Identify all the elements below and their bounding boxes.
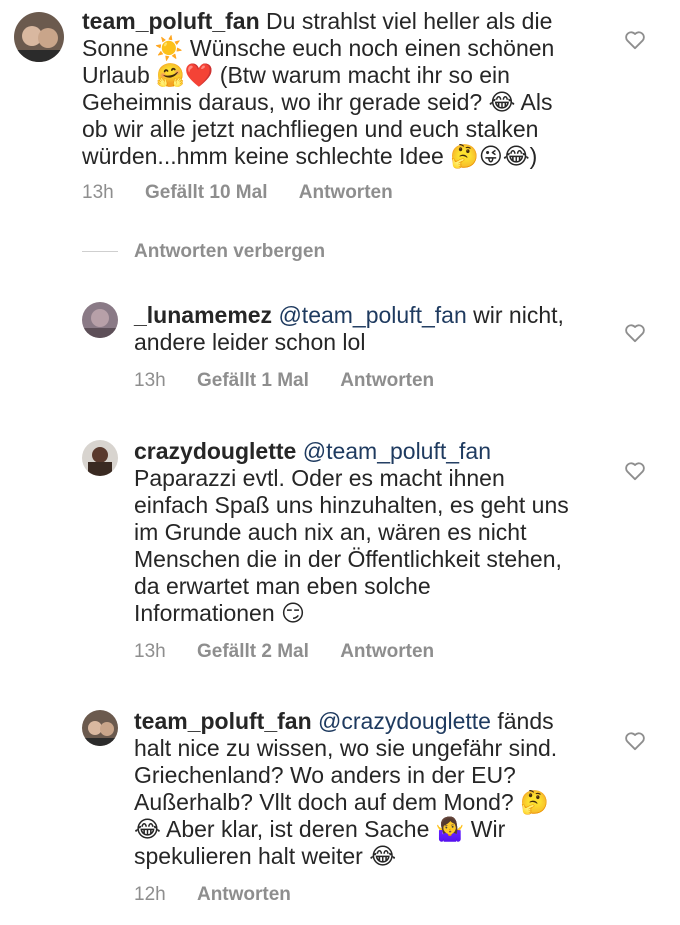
likes-count-link[interactable]: Gefällt 10 Mal	[145, 182, 268, 204]
avatar[interactable]	[82, 440, 118, 476]
avatar[interactable]	[82, 710, 118, 746]
likes-count-link[interactable]: Gefällt 1 Mal	[197, 370, 309, 392]
comment-username[interactable]: crazydouglette	[134, 438, 296, 464]
comment-text: wir nicht,	[473, 302, 564, 328]
reply-link[interactable]: Antworten	[197, 884, 291, 906]
comment-meta: 12h Antworten	[134, 884, 317, 906]
divider	[82, 251, 118, 253]
comment-body: crazydouglette @team_poluft_fan Paparazz…	[134, 438, 604, 627]
likes-count-link[interactable]: Gefällt 2 Mal	[197, 641, 309, 663]
comment-time: 13h	[134, 370, 166, 391]
comment-text: Sonne ☀️ Wünsche euch noch einen schönen	[82, 35, 555, 61]
mention-link[interactable]: @team_poluft_fan	[303, 438, 491, 464]
comment-text: spekulieren halt weiter 😂	[134, 843, 397, 869]
comment-body: team_poluft_fan Du strahlst viel heller …	[82, 8, 602, 170]
hide-replies-button[interactable]: Antworten verbergen	[82, 241, 325, 263]
comment-meta: 13h Gefällt 2 Mal Antworten	[134, 641, 460, 663]
comments-thread: team_poluft_fan Du strahlst viel heller …	[0, 0, 680, 925]
mention-link[interactable]: @crazydouglette	[318, 708, 491, 734]
comment-username[interactable]: team_poluft_fan	[134, 708, 312, 734]
comment-text: Menschen die in der Öffentlichkeit stehe…	[134, 546, 562, 572]
comment-text: einfach Spaß uns hinzuhalten, es geht un…	[134, 492, 569, 518]
comment-text: Paparazzi evtl. Oder es macht ihnen	[134, 465, 505, 491]
comment-text: Urlaub 🤗❤️ (Btw warum macht ihr so ein	[82, 62, 510, 88]
avatar[interactable]	[14, 12, 64, 62]
heart-outline-icon[interactable]	[624, 461, 646, 481]
comment-username[interactable]: team_poluft_fan	[82, 8, 260, 34]
hide-replies-label[interactable]: Antworten verbergen	[134, 241, 325, 262]
comment-text: Griechenland? Wo anders in der EU?	[134, 762, 516, 788]
comment-text: im Grunde auch nix an, wären es nicht	[134, 519, 527, 545]
comment-time: 13h	[82, 182, 114, 203]
heart-outline-icon[interactable]	[624, 30, 646, 50]
comment-body: team_poluft_fan @crazydouglette fänds ha…	[134, 708, 604, 870]
comment-text: Informationen 😏	[134, 600, 306, 626]
comment-text: andere leider schon lol	[134, 329, 366, 355]
mention-link[interactable]: @team_poluft_fan	[278, 302, 466, 328]
reply-link[interactable]: Antworten	[299, 182, 393, 204]
reply-link[interactable]: Antworten	[340, 641, 434, 663]
avatar[interactable]	[82, 302, 118, 338]
comment-text: da erwartet man eben solche	[134, 573, 431, 599]
comment-body: _lunamemez @team_poluft_fan wir nicht, a…	[134, 302, 604, 356]
comment-text: Außerhalb? Vllt doch auf dem Mond? 🤔	[134, 789, 549, 815]
comment-text: fänds	[497, 708, 554, 734]
comment-time: 13h	[134, 641, 166, 662]
comment-time: 12h	[134, 884, 166, 905]
comment-text: 😂 Aber klar, ist deren Sache 🤷‍♀️ Wir	[134, 816, 506, 842]
comment-text: Du strahlst viel heller als die	[266, 8, 553, 34]
heart-outline-icon[interactable]	[624, 731, 646, 751]
comment-text: würden...hmm keine schlechte Idee 🤔😜😂)	[82, 143, 538, 169]
reply-link[interactable]: Antworten	[340, 370, 434, 392]
comment-text: Geheimnis daraus, wo ihr gerade seid? 😂 …	[82, 89, 553, 115]
heart-outline-icon[interactable]	[624, 323, 646, 343]
comment-username[interactable]: _lunamemez	[134, 302, 272, 328]
comment-meta: 13h Gefällt 1 Mal Antworten	[134, 370, 460, 392]
comment-text: ob wir alle jetzt nachfliegen und euch s…	[82, 116, 539, 142]
comment-text: halt nice zu wissen, wo sie ungefähr sin…	[134, 735, 558, 761]
comment-meta: 13h Gefällt 10 Mal Antworten	[82, 182, 419, 204]
